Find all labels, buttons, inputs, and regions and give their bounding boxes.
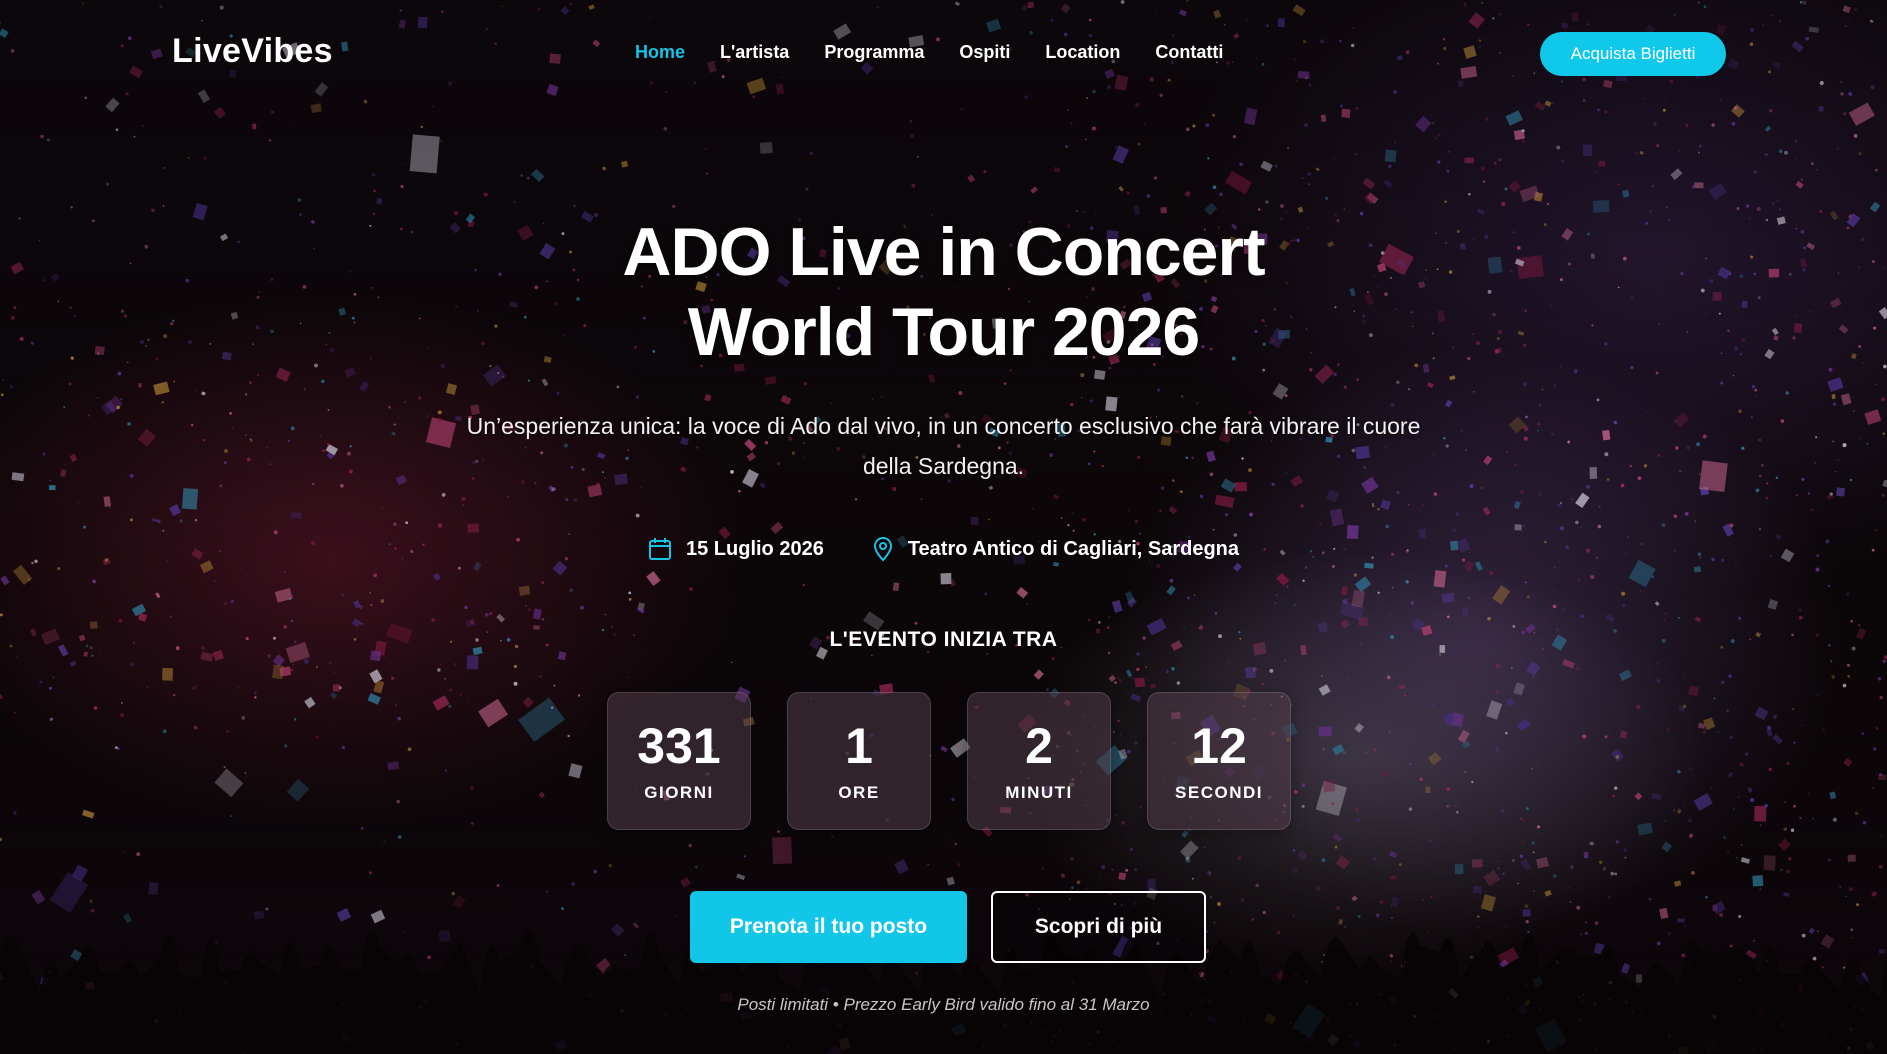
countdown-seconds-value: 12 (1191, 718, 1247, 774)
event-date: 15 Luglio 2026 (648, 536, 824, 562)
countdown-days-value: 331 (637, 718, 721, 774)
nav-item-location[interactable]: Location (1045, 42, 1120, 63)
countdown-hours-label: ORE (838, 783, 880, 802)
countdown-hours: 1 ORE (787, 692, 931, 830)
countdown-minutes: 2 MINUTI (967, 692, 1111, 830)
page-title: ADO Live in Concert World Tour 2026 (0, 212, 1887, 372)
site-header: LiveVibes Home L'artista Programma Ospit… (0, 0, 1887, 106)
nav-item-home[interactable]: Home (635, 42, 685, 63)
event-meta: 15 Luglio 2026 Teatro Antico di Cagliari… (0, 536, 1887, 562)
learn-more-button[interactable]: Scopri di più (991, 891, 1206, 963)
countdown-label: L'EVENTO INIZIA TRA (829, 628, 1058, 651)
title-line-2: World Tour 2026 (687, 294, 1200, 370)
countdown-seconds: 12 SECONDI (1147, 692, 1291, 830)
event-location-text: Teatro Antico di Cagliari, Sardegna (907, 537, 1239, 560)
main-nav: Home L'artista Programma Ospiti Location… (635, 42, 1258, 63)
countdown-seconds-label: SECONDI (1175, 783, 1263, 802)
event-location: Teatro Antico di Cagliari, Sardegna (872, 536, 1239, 562)
countdown-minutes-label: MINUTI (1005, 783, 1073, 802)
book-seat-button[interactable]: Prenota il tuo posto (690, 891, 967, 963)
hero-subtitle: Un’esperienza unica: la voce di Ado dal … (466, 413, 1421, 479)
nav-item-ospiti[interactable]: Ospiti (959, 42, 1010, 63)
nav-item-contatti[interactable]: Contatti (1155, 42, 1223, 63)
site-logo[interactable]: LiveVibes (172, 32, 333, 71)
countdown-timer: 331 GIORNI 1 ORE 2 MINUTI 12 SECONDI (607, 692, 1291, 830)
nav-item-artista[interactable]: L'artista (720, 42, 789, 63)
map-pin-icon (873, 536, 892, 562)
countdown-days-label: GIORNI (644, 783, 714, 802)
calendar-icon (648, 538, 671, 560)
nav-item-programma[interactable]: Programma (824, 42, 924, 63)
buy-tickets-button[interactable]: Acquista Biglietti (1540, 32, 1726, 76)
event-date-text: 15 Luglio 2026 (685, 537, 824, 560)
early-bird-note: Posti limitati • Prezzo Early Bird valid… (737, 995, 1150, 1014)
countdown-days: 331 GIORNI (607, 692, 751, 830)
countdown-hours-value: 1 (845, 718, 873, 774)
countdown-minutes-value: 2 (1025, 718, 1053, 774)
title-line-1: ADO Live in Concert (622, 214, 1265, 290)
